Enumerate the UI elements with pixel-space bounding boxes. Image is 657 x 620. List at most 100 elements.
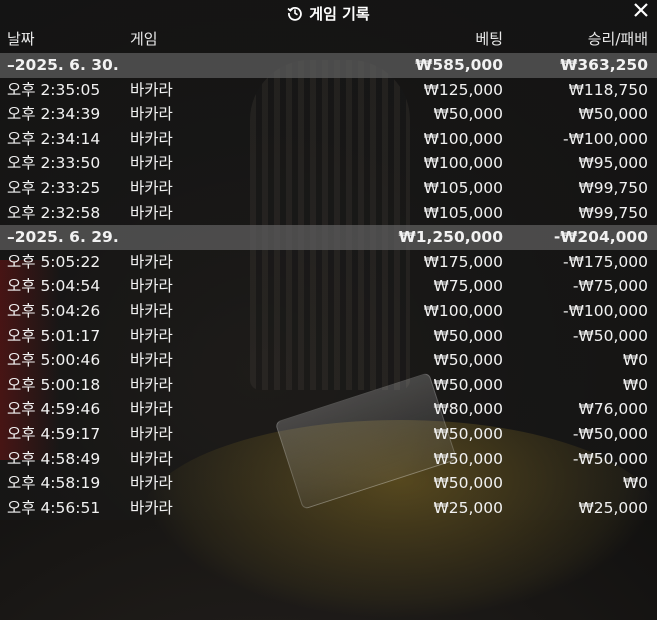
row-bet: ₩50,000	[433, 375, 503, 394]
row-result: ₩118,750	[568, 80, 648, 99]
row-time: 오후 2:33:25	[7, 178, 101, 197]
history-row[interactable]: 오후 5:04:54 바카라 ₩75,000 -₩75,000	[0, 274, 657, 299]
group-result-total: -₩204,000	[553, 228, 648, 247]
history-row[interactable]: 오후 2:34:39 바카라 ₩50,000 ₩50,000	[0, 102, 657, 127]
row-game: 바카라	[130, 154, 173, 173]
row-game: 바카라	[130, 129, 173, 148]
history-row[interactable]: 오후 4:59:17 바카라 ₩50,000 -₩50,000	[0, 422, 657, 447]
row-game: 바카라	[130, 80, 173, 99]
row-game: 바카라	[130, 351, 173, 370]
row-result: ₩95,000	[578, 154, 648, 173]
row-game: 바카라	[130, 474, 173, 493]
history-row[interactable]: 오후 2:33:50 바카라 ₩100,000 ₩95,000	[0, 151, 657, 176]
row-bet: ₩100,000	[423, 129, 503, 148]
row-bet: ₩50,000	[433, 326, 503, 345]
history-row[interactable]: 오후 2:34:14 바카라 ₩100,000 -₩100,000	[0, 127, 657, 152]
row-result: ₩76,000	[578, 400, 648, 419]
row-time: 오후 2:35:05	[7, 80, 101, 99]
row-game: 바카라	[130, 498, 173, 517]
history-row[interactable]: 오후 4:58:19 바카라 ₩50,000 ₩0	[0, 471, 657, 496]
row-game: 바카라	[130, 375, 173, 394]
row-game: 바카라	[130, 105, 173, 124]
row-bet: ₩105,000	[423, 178, 503, 197]
row-result: -₩50,000	[572, 424, 648, 443]
row-game: 바카라	[130, 301, 173, 320]
row-bet: ₩50,000	[433, 474, 503, 493]
column-header-date[interactable]: 날짜	[7, 28, 35, 49]
row-time: 오후 2:34:14	[7, 129, 101, 148]
row-time: 오후 4:58:19	[7, 474, 101, 493]
row-game: 바카라	[130, 400, 173, 419]
row-game: 바카라	[130, 203, 173, 222]
row-game: 바카라	[130, 326, 173, 345]
row-result: -₩50,000	[572, 326, 648, 345]
row-result: -₩50,000	[572, 449, 648, 468]
row-time: 오후 2:33:50	[7, 154, 101, 173]
history-list[interactable]: –2025. 6. 30. ₩585,000 ₩363,250 오후 2:35:05 바…	[0, 53, 657, 520]
row-game: 바카라	[130, 449, 173, 468]
row-bet: ₩125,000	[423, 80, 503, 99]
row-result: ₩0	[622, 375, 648, 394]
row-time: 오후 4:59:46	[7, 400, 101, 419]
row-result: ₩25,000	[578, 498, 648, 517]
row-bet: ₩100,000	[423, 154, 503, 173]
page-title: 게임 기록	[309, 4, 370, 23]
title-bar: 게임 기록	[0, 0, 657, 26]
row-result: ₩50,000	[578, 105, 648, 124]
group-date: –2025. 6. 30.	[7, 56, 119, 74]
row-time: 오후 5:00:46	[7, 351, 101, 370]
row-result: -₩100,000	[562, 301, 648, 320]
row-bet: ₩50,000	[433, 424, 503, 443]
row-result: -₩100,000	[562, 129, 648, 148]
history-row[interactable]: 오후 2:32:58 바카라 ₩105,000 ₩99,750	[0, 201, 657, 226]
row-bet: ₩25,000	[433, 498, 503, 517]
group-bet-total: ₩585,000	[415, 56, 503, 74]
history-row[interactable]: 오후 2:35:05 바카라 ₩125,000 ₩118,750	[0, 78, 657, 103]
date-group-row[interactable]: –2025. 6. 29. ₩1,250,000 -₩204,000	[0, 225, 657, 250]
row-bet: ₩175,000	[423, 252, 503, 271]
row-time: 오후 2:32:58	[7, 203, 101, 222]
history-row[interactable]: 오후 5:05:22 바카라 ₩175,000 -₩175,000	[0, 250, 657, 275]
row-time: 오후 5:04:54	[7, 277, 101, 296]
history-row[interactable]: 오후 5:01:17 바카라 ₩50,000 -₩50,000	[0, 324, 657, 349]
row-time: 오후 5:00:18	[7, 375, 101, 394]
row-game: 바카라	[130, 424, 173, 443]
group-date: –2025. 6. 29.	[7, 228, 119, 247]
row-time: 오후 4:58:49	[7, 449, 101, 468]
row-bet: ₩75,000	[433, 277, 503, 296]
history-row[interactable]: 오후 4:58:49 바카라 ₩50,000 -₩50,000	[0, 447, 657, 472]
row-time: 오후 4:59:17	[7, 424, 101, 443]
history-row[interactable]: 오후 5:04:26 바카라 ₩100,000 -₩100,000	[0, 299, 657, 324]
row-result: ₩0	[622, 474, 648, 493]
row-bet: ₩105,000	[423, 203, 503, 222]
row-result: -₩75,000	[572, 277, 648, 296]
row-time: 오후 5:05:22	[7, 252, 101, 271]
row-result: ₩99,750	[578, 203, 648, 222]
row-game: 바카라	[130, 277, 173, 296]
row-time: 오후 5:01:17	[7, 326, 101, 345]
row-time: 오후 4:56:51	[7, 498, 101, 517]
row-result: -₩175,000	[562, 252, 648, 271]
row-result: ₩99,750	[578, 178, 648, 197]
row-time: 오후 5:04:26	[7, 301, 101, 320]
close-button[interactable]	[631, 2, 651, 22]
row-bet: ₩80,000	[433, 400, 503, 419]
history-row[interactable]: 오후 4:56:51 바카라 ₩25,000 ₩25,000	[0, 496, 657, 521]
table-header: 날짜 게임 베팅 승리/패배	[0, 28, 657, 52]
row-bet: ₩50,000	[433, 449, 503, 468]
group-result-total: ₩363,250	[560, 56, 648, 74]
column-header-result[interactable]: 승리/패배	[588, 28, 648, 49]
row-bet: ₩50,000	[433, 105, 503, 124]
row-game: 바카라	[130, 178, 173, 197]
history-row[interactable]: 오후 4:59:46 바카라 ₩80,000 ₩76,000	[0, 397, 657, 422]
column-header-bet[interactable]: 베팅	[475, 28, 503, 49]
row-result: ₩0	[622, 351, 648, 370]
close-icon	[633, 2, 649, 22]
history-row[interactable]: 오후 5:00:46 바카라 ₩50,000 ₩0	[0, 348, 657, 373]
row-time: 오후 2:34:39	[7, 105, 101, 124]
history-row[interactable]: 오후 5:00:18 바카라 ₩50,000 ₩0	[0, 373, 657, 398]
game-history-panel: 게임 기록 날짜 게임 베팅 승리/패배 –2025. 6. 30. ₩585,0…	[0, 0, 657, 520]
date-group-row[interactable]: –2025. 6. 30. ₩585,000 ₩363,250	[0, 53, 657, 78]
column-header-game[interactable]: 게임	[130, 28, 158, 49]
history-row[interactable]: 오후 2:33:25 바카라 ₩105,000 ₩99,750	[0, 176, 657, 201]
